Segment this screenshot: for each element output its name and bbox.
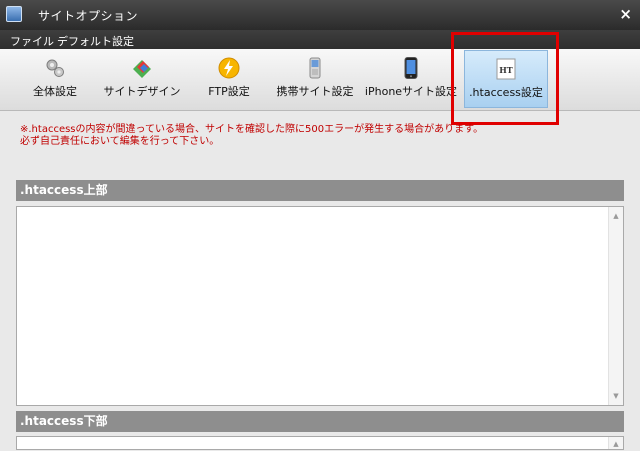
warning-line-2: 必ず自己責任において編集を行って下さい。 (20, 136, 220, 147)
scroll-down-icon[interactable]: ▼ (609, 389, 623, 403)
htaccess-lower-header: .htaccess下部 (16, 411, 624, 432)
toolbar-general-settings[interactable]: 全体設定 (14, 50, 96, 108)
scroll-up-icon[interactable]: ▲ (609, 209, 623, 223)
toolbar-iphone-site-settings[interactable]: iPhoneサイト設定 (362, 50, 460, 108)
toolbar: 全体設定 サイトデザイン FTP設定 携帯サイト設定 iPhoneサイト設定 H… (0, 49, 640, 111)
scrollbar[interactable]: ▲ (608, 437, 623, 449)
toolbar-label: FTP設定 (208, 85, 250, 98)
scrollbar[interactable]: ▲ ▼ (608, 207, 623, 405)
toolbar-ftp-settings[interactable]: FTP設定 (193, 50, 265, 108)
menu-file[interactable]: ファイル (10, 33, 54, 49)
title-bar: サイトオプション × (0, 0, 640, 30)
toolbar-htaccess-settings[interactable]: HT .htaccess設定 (464, 50, 548, 108)
design-icon (133, 60, 151, 78)
toolbar-label: .htaccess設定 (469, 86, 543, 99)
htaccess-upper-textarea[interactable]: ▲ ▼ (16, 206, 624, 406)
toolbar-label: サイトデザイン (103, 85, 181, 98)
app-icon (6, 6, 22, 22)
toolbar-mobile-site-settings[interactable]: 携帯サイト設定 (272, 50, 358, 108)
menu-bar: ファイル デフォルト設定 (0, 30, 640, 49)
htaccess-icon: HT (496, 58, 516, 80)
htaccess-upper-header: .htaccess上部 (16, 180, 624, 201)
toolbar-label: 全体設定 (33, 85, 77, 98)
lightning-icon (218, 57, 240, 79)
htaccess-lower-textarea[interactable]: ▲ (16, 436, 624, 450)
mobile-phone-icon (309, 57, 321, 79)
toolbar-label: 携帯サイト設定 (276, 85, 354, 98)
toolbar-site-design[interactable]: サイトデザイン (96, 50, 188, 108)
scroll-up-icon[interactable]: ▲ (609, 437, 623, 451)
menu-default-settings[interactable]: デフォルト設定 (57, 33, 134, 49)
toolbar-label: iPhoneサイト設定 (364, 85, 458, 98)
htaccess-icon-text: HT (499, 65, 513, 75)
gears-icon (46, 59, 64, 77)
warning-line-1: ※.htaccessの内容が間違っている場合、サイトを確認した際に500エラーが… (20, 124, 484, 135)
iphone-icon (404, 57, 418, 79)
warning-message: ※.htaccessの内容が間違っている場合、サイトを確認した際に500エラーが… (20, 124, 483, 148)
window-title: サイトオプション (38, 9, 139, 23)
close-button[interactable]: × (619, 5, 632, 23)
